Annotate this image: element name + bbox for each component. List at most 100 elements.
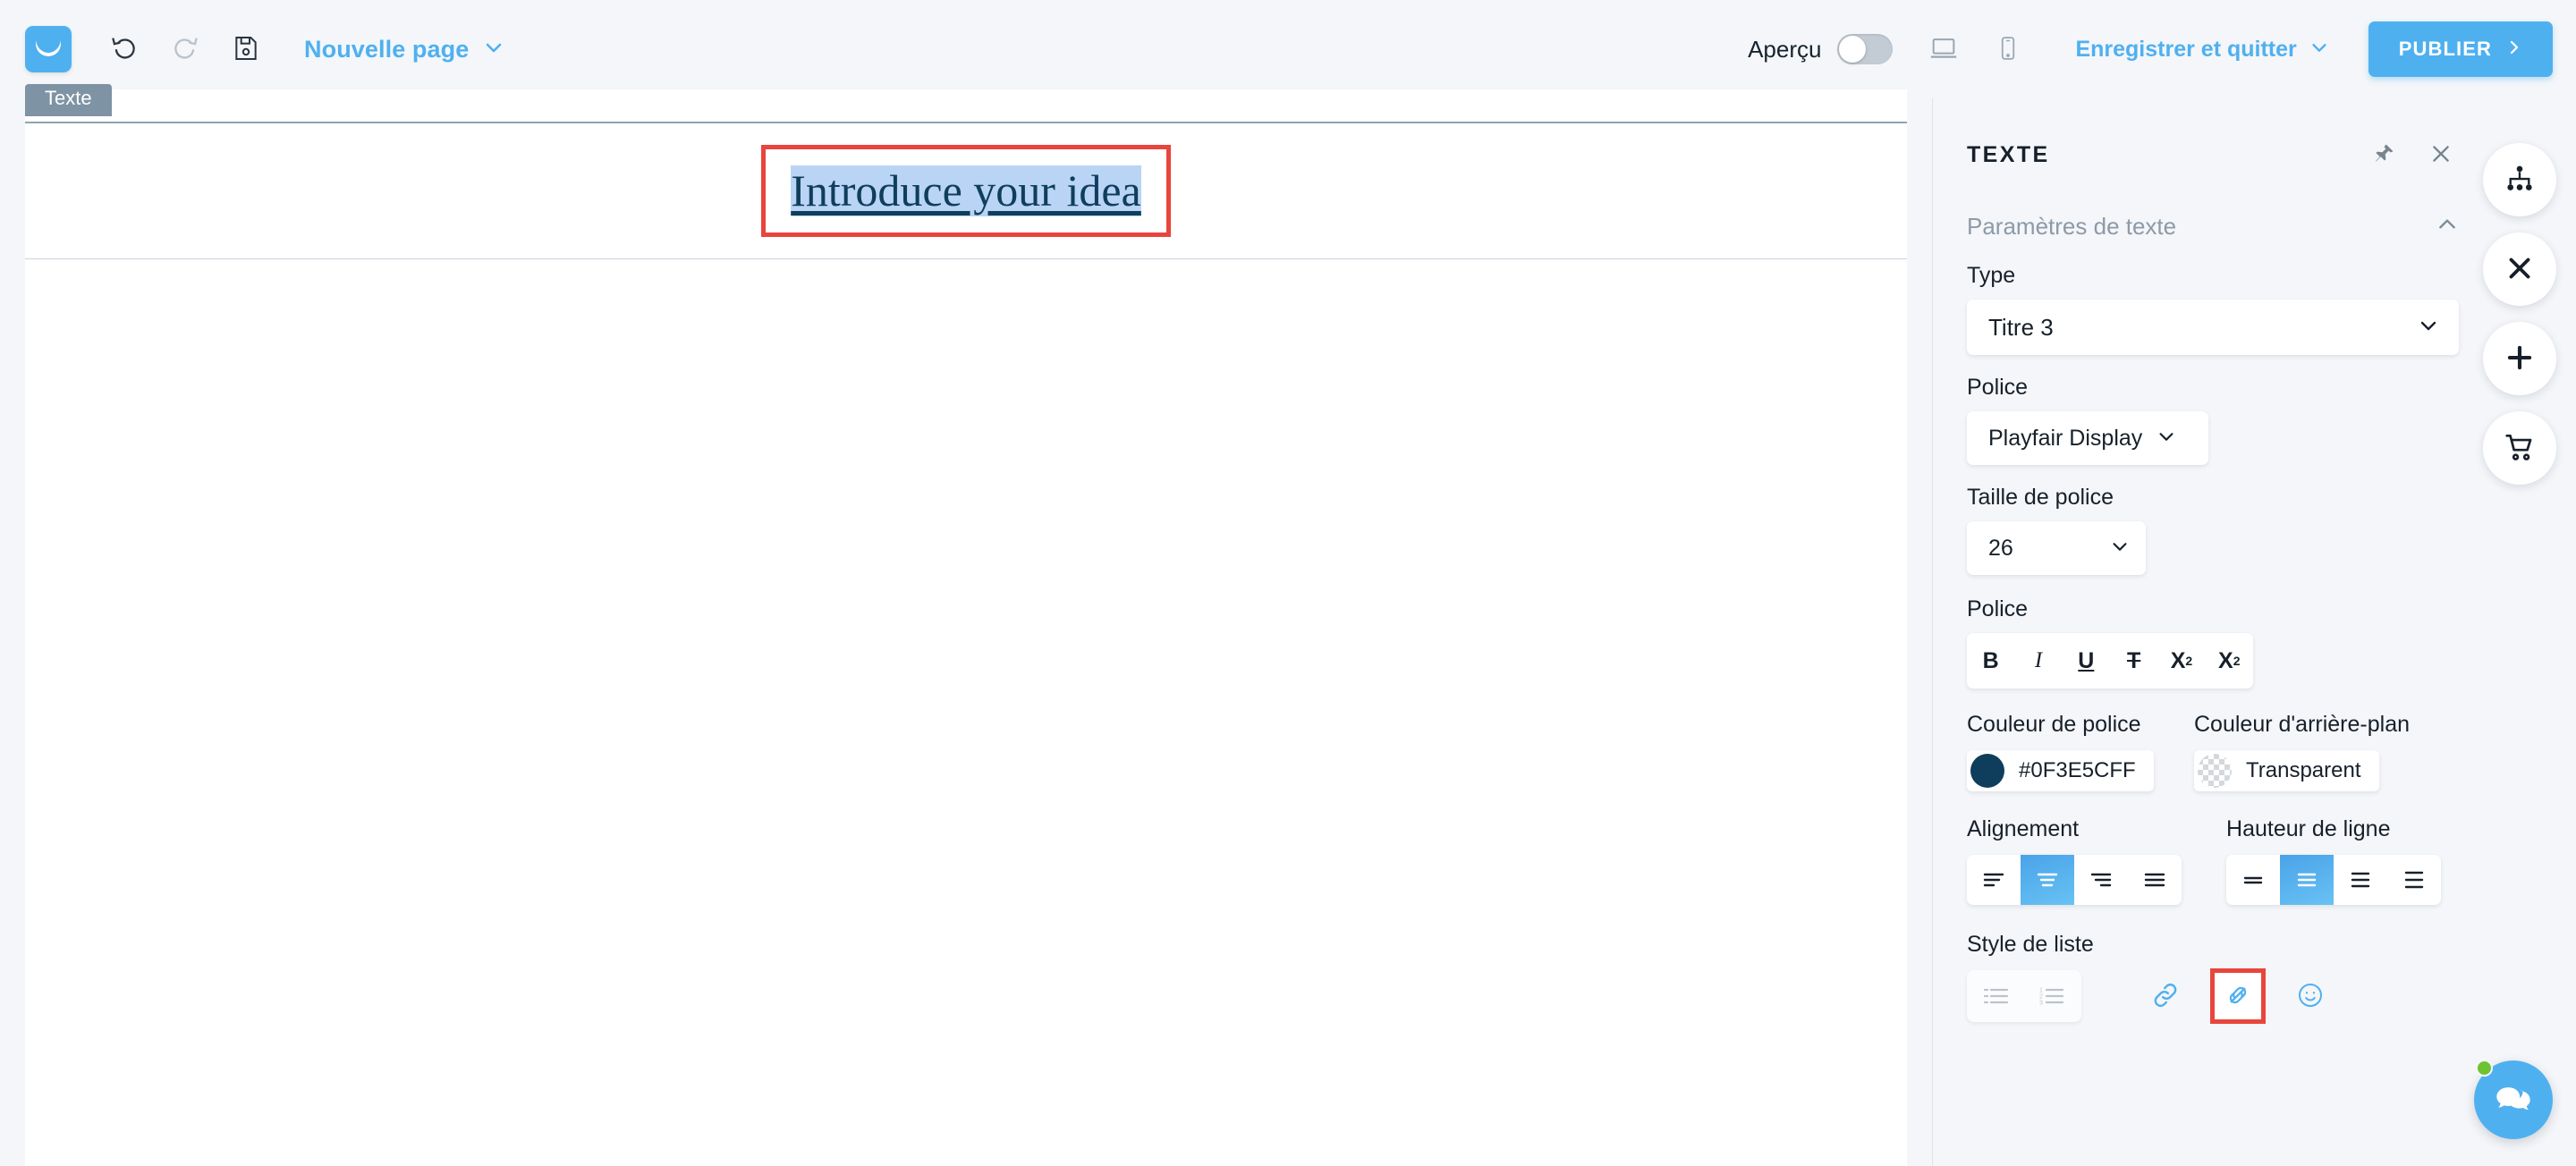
line-height-1-button[interactable] [2226,855,2280,905]
floating-action-rail [2483,143,2556,485]
laptop-icon [1928,33,1959,66]
font-size-label: Taille de police [1967,485,2114,510]
background-color-chip[interactable]: Transparent [2194,750,2379,791]
subscript-button[interactable]: X2 [2161,640,2202,681]
cart-button[interactable] [2483,411,2556,485]
smiley-face-icon [2296,981,2325,1012]
chevron-down-icon [2110,537,2130,561]
page-selector[interactable]: Nouvelle page [304,36,504,63]
italic-button[interactable]: I [2018,640,2059,681]
preview-toggle[interactable] [1837,34,1894,64]
list-style-label: Style de liste [1967,932,2094,957]
close-x-icon [2503,251,2537,288]
text-settings-accordion-header[interactable]: Paramètres de texte [1933,195,2493,258]
selected-text-annotation-box: Introduce your idea [761,144,1171,238]
font-family-label: Police [1967,375,2029,400]
align-left-button[interactable] [1967,855,2021,905]
emoji-button[interactable] [2285,971,2335,1021]
chevron-down-icon [2157,427,2176,451]
editor-canvas: Texte Introduce your idea [0,84,1932,1166]
chevron-down-icon [2309,38,2329,62]
pin-panel-button[interactable] [2366,137,2402,173]
close-panel-button[interactable] [2423,137,2459,173]
background-color-group: Couleur d'arrière-plan Transparent [2194,712,2489,791]
font-family-select[interactable]: Playfair Display [1967,411,2208,465]
strikethrough-button[interactable]: T [2114,640,2155,681]
insert-link-button[interactable] [2140,971,2190,1021]
pin-icon [2372,142,2395,168]
bold-button[interactable]: B [1970,640,2012,681]
undo-icon [109,33,140,66]
font-style-label: Police [1967,596,2029,621]
numbered-list-button[interactable]: 123 [2024,974,2080,1018]
type-select-value: Titre 3 [1988,313,2054,341]
line-height-3-button[interactable] [2334,855,2387,905]
superscript-button[interactable]: X2 [2208,640,2250,681]
font-color-label: Couleur de police [1967,712,2141,737]
font-style-buttons: B I U T X2 X2 [1967,633,2253,689]
align-center-button[interactable] [2021,855,2074,905]
text-block[interactable]: Introduce your idea [25,123,1907,259]
publish-button[interactable]: PUBLIER [2368,21,2553,77]
chevron-up-icon [2436,213,2459,241]
desktop-preview-button[interactable] [1916,21,1971,77]
text-settings-panel: TEXTE Paramètres de texte Type Titre 3 P… [1932,98,2576,1166]
svg-text:3: 3 [2039,1001,2043,1007]
background-color-swatch [2198,754,2232,788]
font-size-select[interactable]: 26 [1967,521,2146,575]
line-height-4-button[interactable] [2387,855,2441,905]
close-editor-button[interactable] [2483,232,2556,306]
list-style-buttons: 123 [1967,970,2081,1022]
canvas-top-strip [25,89,1907,123]
panel-title: TEXTE [1967,141,2050,167]
line-height-group: Hauteur de ligne [2226,816,2493,905]
superscript-label: X [2218,647,2233,673]
chevron-right-icon [2506,38,2522,61]
font-color-value: #0F3E5CFF [2019,758,2136,782]
app-logo[interactable] [25,26,72,72]
mobile-phone-icon [1995,35,2021,64]
shopping-cart-icon [2503,430,2537,467]
redo-button[interactable] [157,21,213,77]
toggle-knob [1839,36,1867,63]
font-style-group: Police B I U T X2 X2 [1933,596,2493,689]
save-and-quit-menu[interactable]: Enregistrer et quitter [2075,37,2328,63]
save-button[interactable] [218,21,274,77]
font-color-chip[interactable]: #0F3E5CFF [1967,750,2154,791]
save-disk-icon [232,34,260,65]
chat-online-status-dot [2476,1060,2493,1077]
redo-icon [170,33,200,66]
link-icon [2150,980,2181,1013]
underline-button[interactable]: U [2065,640,2106,681]
chevron-down-icon [483,37,504,63]
font-color-group: Couleur de police #0F3E5CFF [1933,712,2194,791]
alignment-label: Alignement [1967,816,2080,841]
remove-link-button[interactable] [2210,968,2266,1024]
selected-text-content[interactable]: Introduce your idea [791,165,1141,217]
background-color-label: Couleur d'arrière-plan [2194,712,2411,737]
chevron-down-icon [2418,315,2439,341]
align-right-button[interactable] [2074,855,2128,905]
sitemap-button[interactable] [2483,143,2556,216]
font-family-group: Police Playfair Display [1933,375,2493,465]
mobile-preview-button[interactable] [1980,21,2036,77]
font-size-value: 26 [1988,535,2013,561]
svg-text:2: 2 [2039,994,2043,1001]
publish-label: PUBLIER [2398,38,2492,60]
link-tools [2140,968,2335,1024]
close-icon [2429,142,2453,168]
save-and-quit-label: Enregistrer et quitter [2075,36,2297,62]
alignment-group: Alignement [1933,816,2226,905]
align-justify-button[interactable] [2128,855,2182,905]
canvas-empty-area[interactable] [25,259,1907,1166]
type-group: Type Titre 3 [1933,263,2493,355]
line-height-2-button[interactable] [2280,855,2334,905]
add-element-button[interactable] [2483,322,2556,395]
alignment-buttons [1967,855,2182,905]
type-label: Type [1967,263,2016,288]
type-select[interactable]: Titre 3 [1967,300,2459,355]
undo-button[interactable] [97,21,152,77]
bulleted-list-button[interactable] [1969,974,2024,1018]
section-tab-texte[interactable]: Texte [25,84,112,116]
text-settings-label: Paramètres de texte [1967,212,2177,240]
